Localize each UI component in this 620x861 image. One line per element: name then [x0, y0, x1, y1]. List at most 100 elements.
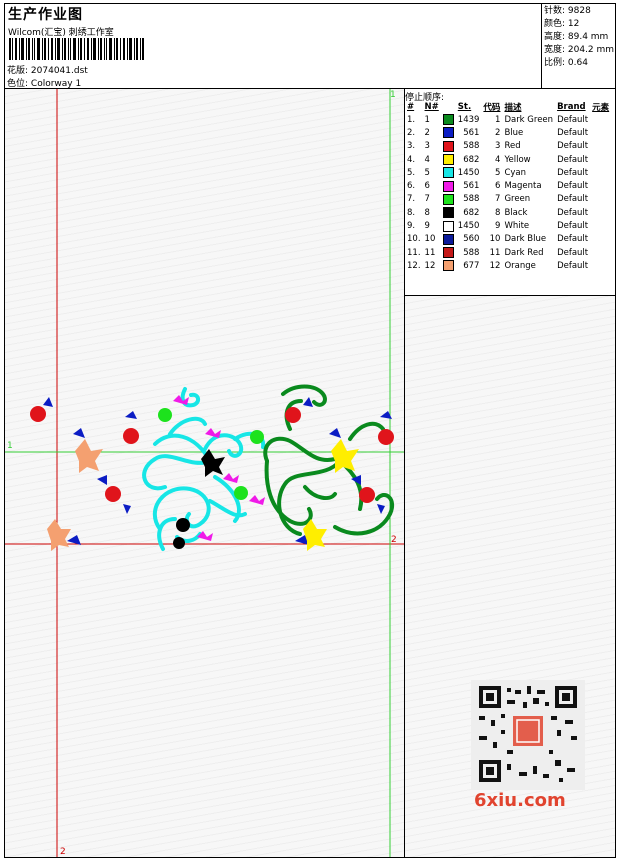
color-swatch: [442, 180, 454, 192]
cell-description: Dark Red: [504, 247, 544, 258]
cell-swatch: [441, 166, 456, 179]
table-row: 1. 1 1439 1 Dark Green Default: [405, 113, 611, 126]
table-row: 4. 4 682 4 Yellow Default: [405, 153, 611, 166]
cell-needle: 7: [424, 194, 430, 205]
cell-needle: 9: [424, 221, 430, 232]
cell-element: [590, 113, 611, 126]
cell-swatch: [441, 233, 456, 246]
sheet-title: 生产作业图: [8, 7, 83, 23]
cell-index: 5.: [407, 167, 416, 178]
cell-brand: Default: [557, 207, 589, 218]
cell-brand: Default: [557, 141, 589, 152]
cell-element: [590, 246, 611, 259]
cell-needle: 11: [424, 247, 436, 258]
cell-description: Dark Blue: [504, 234, 547, 245]
col-brand: Brand: [557, 101, 586, 112]
cell-description: White: [504, 221, 530, 232]
cell-stitches: 1450: [457, 221, 480, 232]
cell-element: [590, 206, 611, 219]
sheet-subtitle: Wilcom(汇宝) 刺绣工作室: [8, 28, 114, 38]
design-height: 高度: 89.4 mm: [544, 32, 609, 42]
design-scale: 比例: 0.64: [544, 58, 588, 68]
color-swatch: [442, 114, 454, 126]
col-description: 描述: [504, 102, 522, 113]
cell-index: 10.: [407, 234, 421, 245]
color-swatch: [442, 154, 454, 166]
cell-index: 3.: [407, 141, 416, 152]
cell-index: 9.: [407, 221, 416, 232]
cell-element: [590, 153, 611, 166]
cell-index: 11.: [407, 247, 421, 258]
cell-needle: 10: [424, 234, 436, 245]
cell-brand: Default: [557, 167, 589, 178]
table-row: 5. 5 1450 5 Cyan Default: [405, 166, 611, 179]
col-color: [441, 100, 456, 113]
header-divider: [541, 3, 542, 89]
col-code: 代码: [483, 102, 501, 113]
cell-brand: Default: [557, 194, 589, 205]
cell-code: 2: [495, 127, 501, 138]
cell-needle: 4: [424, 154, 430, 165]
cell-index: 7.: [407, 194, 416, 205]
cell-description: Green: [504, 194, 531, 205]
cell-description: Black: [504, 207, 528, 218]
cell-index: 6.: [407, 181, 416, 192]
watermark-text: 6xiu.com: [474, 790, 566, 811]
cell-code: 6: [495, 181, 501, 192]
cell-code: 12: [489, 260, 501, 271]
cell-description: Blue: [504, 127, 524, 138]
cell-brand: Default: [557, 221, 589, 232]
cell-stitches: 677: [463, 260, 480, 271]
cell-index: 12.: [407, 260, 421, 271]
cell-needle: 2: [424, 127, 430, 138]
cell-index: 1.: [407, 114, 416, 125]
stop-sequence-table: # N# St. 代码 描述 Brand 元素 1. 1 1439 1 Dark Gre…: [405, 100, 611, 273]
cell-stitches: 682: [463, 154, 480, 165]
cell-code: 11: [489, 247, 501, 258]
cell-swatch: [441, 219, 456, 232]
cell-swatch: [441, 206, 456, 219]
cell-swatch: [441, 193, 456, 206]
cell-code: 9: [495, 221, 501, 232]
color-swatch: [442, 247, 454, 259]
cell-element: [590, 140, 611, 153]
cell-stitches: 682: [463, 207, 480, 218]
table-row: 9. 9 1450 9 White Default: [405, 219, 611, 232]
table-row: 8. 8 682 8 Black Default: [405, 206, 611, 219]
cell-brand: Default: [557, 114, 589, 125]
color-count: 颜色: 12: [544, 19, 580, 29]
cell-swatch: [441, 246, 456, 259]
table-row: 6. 6 561 6 Magenta Default: [405, 179, 611, 192]
guide-label-green-left: 1: [7, 441, 13, 451]
cell-needle: 8: [424, 207, 430, 218]
table-row: 11. 11 588 11 Dark Red Default: [405, 246, 611, 259]
cell-stitches: 1439: [457, 114, 480, 125]
design-canvas: 1 1 2 2: [5, 89, 404, 857]
barcode-image: [9, 38, 144, 60]
color-swatch: [442, 127, 454, 139]
cell-stitches: 588: [463, 194, 480, 205]
table-row: 2. 2 561 2 Blue Default: [405, 126, 611, 139]
cell-code: 3: [495, 141, 501, 152]
embroidery-artwork: [5, 89, 404, 857]
cell-swatch: [441, 259, 456, 272]
color-swatch: [442, 140, 454, 152]
green-vines: [263, 384, 395, 536]
cell-stitches: 588: [463, 247, 480, 258]
table-row: 10. 10 560 10 Dark Blue Default: [405, 233, 611, 246]
col-stitches: St.: [457, 101, 472, 112]
cell-needle: 6: [424, 181, 430, 192]
cell-brand: Default: [557, 181, 589, 192]
cell-brand: Default: [557, 234, 589, 245]
cell-stitches: 1450: [457, 167, 480, 178]
cell-brand: Default: [557, 154, 589, 165]
table-row: 3. 3 588 3 Red Default: [405, 140, 611, 153]
cell-description: Red: [504, 141, 521, 152]
cell-element: [590, 166, 611, 179]
cell-code: 5: [495, 167, 501, 178]
cell-description: Cyan: [504, 167, 526, 178]
cell-element: [590, 193, 611, 206]
cell-brand: Default: [557, 260, 589, 271]
cell-needle: 5: [424, 167, 430, 178]
color-swatch: [442, 220, 454, 232]
